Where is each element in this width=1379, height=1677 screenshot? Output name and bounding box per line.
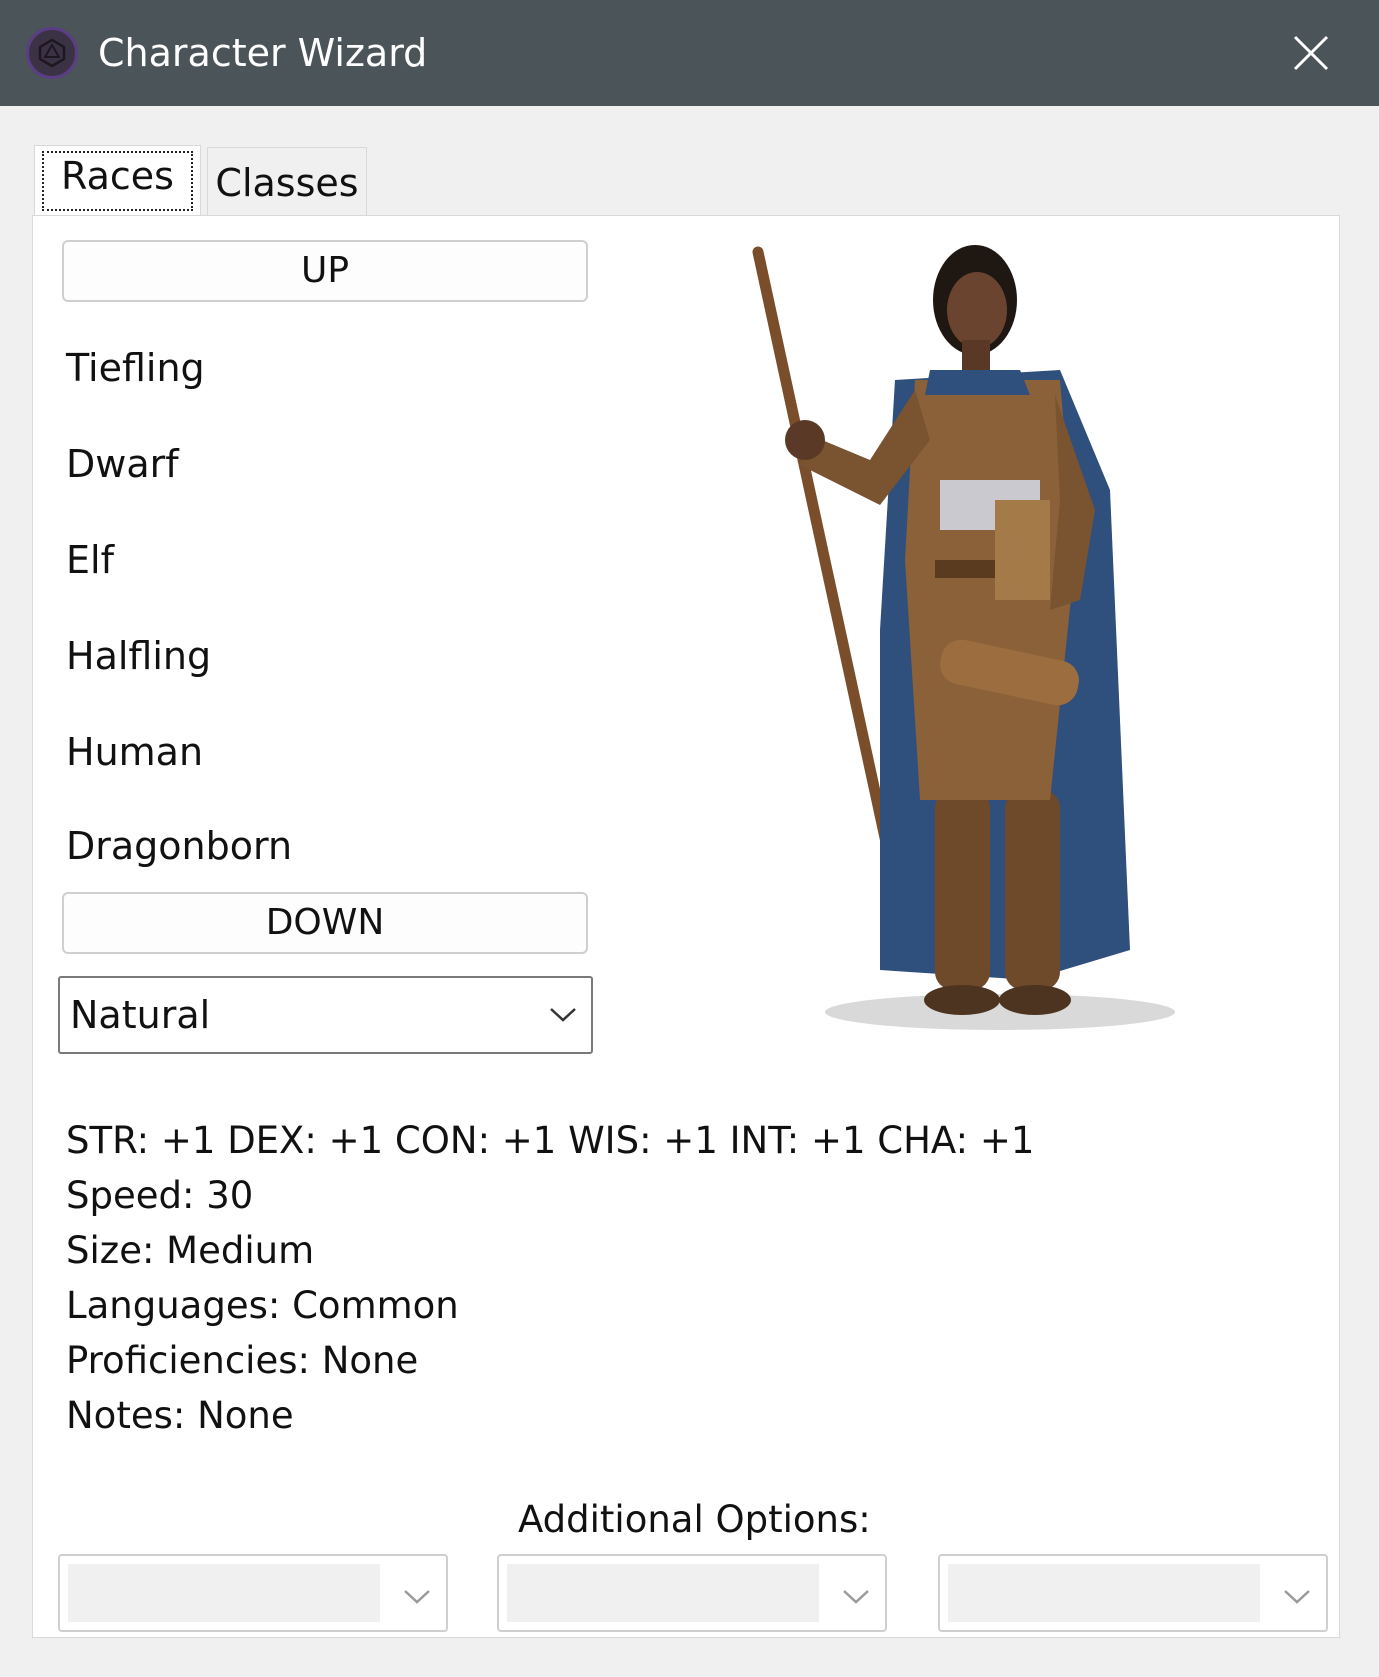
ability-bonuses-text: STR: +1 DEX: +1 CON: +1 WIS: +1 INT: +1 … xyxy=(66,1119,1035,1162)
chevron-down-icon xyxy=(404,1590,430,1604)
additional-option-select-2[interactable] xyxy=(497,1554,887,1632)
speed-text: Speed: 30 xyxy=(66,1174,254,1217)
chevron-down-icon xyxy=(843,1590,869,1604)
select-field xyxy=(68,1564,380,1622)
focus-rectangle xyxy=(42,151,193,211)
chevron-down-icon xyxy=(550,1008,576,1022)
race-item-elf[interactable]: Elf xyxy=(66,537,114,583)
race-item-halfling[interactable]: Halfling xyxy=(66,633,211,679)
up-button[interactable]: UP xyxy=(62,240,588,302)
title-bar: Character Wizard xyxy=(0,0,1379,106)
d20-icon xyxy=(26,27,78,79)
race-item-human[interactable]: Human xyxy=(66,729,203,775)
race-item-tiefling[interactable]: Tiefling xyxy=(66,345,205,391)
subrace-select-value: Natural xyxy=(70,993,211,1037)
character-portrait-image xyxy=(752,245,1175,1030)
chevron-down-icon xyxy=(1284,1590,1310,1604)
tab-classes[interactable]: Classes xyxy=(207,147,367,215)
window-title: Character Wizard xyxy=(98,31,428,75)
proficiencies-text: Proficiencies: None xyxy=(66,1339,419,1382)
select-field xyxy=(507,1564,819,1622)
close-icon xyxy=(1293,35,1329,71)
tab-races[interactable]: Races xyxy=(34,145,201,215)
race-item-dwarf[interactable]: Dwarf xyxy=(66,441,179,487)
subrace-select[interactable]: Natural xyxy=(58,976,593,1054)
tab-classes-label: Classes xyxy=(215,161,359,205)
notes-text: Notes: None xyxy=(66,1394,294,1437)
additional-options-label: Additional Options: xyxy=(518,1498,871,1541)
additional-option-select-3[interactable] xyxy=(938,1554,1328,1632)
close-button[interactable] xyxy=(1286,28,1336,78)
race-stats: STR: +1 DEX: +1 CON: +1 WIS: +1 INT: +1 … xyxy=(66,1113,1034,1443)
race-item-dragonborn[interactable]: Dragonborn xyxy=(66,823,292,869)
additional-option-select-1[interactable] xyxy=(58,1554,448,1632)
down-button[interactable]: DOWN xyxy=(62,892,588,954)
select-field xyxy=(948,1564,1260,1622)
languages-text: Languages: Common xyxy=(66,1284,459,1327)
size-text: Size: Medium xyxy=(66,1229,315,1272)
